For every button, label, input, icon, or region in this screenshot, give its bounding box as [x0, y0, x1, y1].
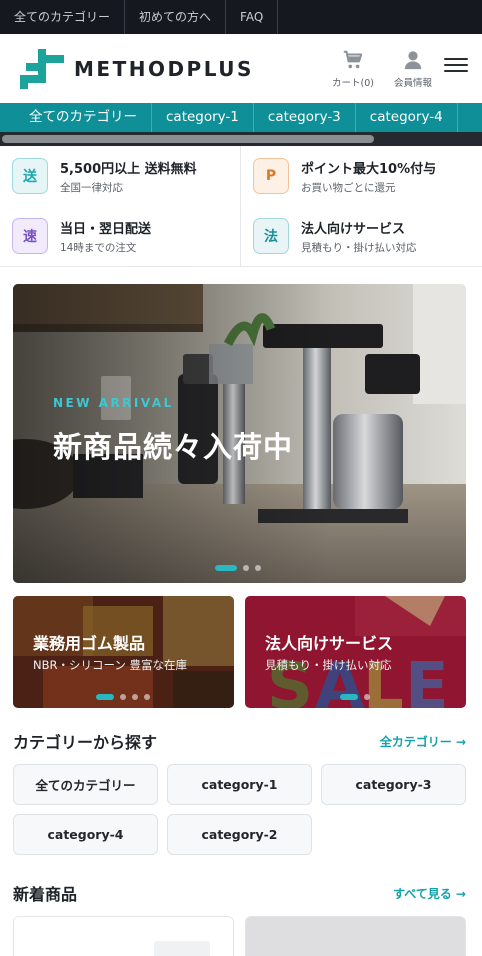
carousel-dot-active[interactable]: [96, 694, 114, 700]
promo-card-rubber[interactable]: 業務用ゴム製品 NBR・シリコーン 豊富な在庫: [13, 596, 234, 708]
feature-title: ポイント最大10%付与: [301, 161, 437, 177]
category-tab-4[interactable]: category-4: [356, 103, 458, 132]
site-header: METHODPLUS カート(0) 会員情報: [0, 34, 482, 103]
user-icon: [404, 50, 422, 69]
brand-name: METHODPLUS: [74, 56, 254, 81]
hero-title: 新商品続々入荷中: [53, 430, 294, 464]
promo-subtitle: 見積もり・掛け払い対応: [265, 658, 392, 672]
product-card[interactable]: [245, 916, 466, 956]
carousel-dot[interactable]: [364, 694, 370, 700]
new-products-header: 新着商品 すべて見る →: [13, 881, 466, 905]
see-all-products-link[interactable]: すべて見る →: [393, 885, 466, 902]
category-chip-all[interactable]: 全てのカテゴリー: [13, 764, 158, 805]
carousel-dot[interactable]: [120, 694, 126, 700]
hero-carousel-dots: [215, 565, 261, 571]
hamburger-menu-icon[interactable]: [444, 53, 468, 77]
feature-subtitle: 見積もり・掛け払い対応: [301, 241, 417, 254]
category-chip-2[interactable]: category-2: [167, 814, 312, 855]
category-chip-1[interactable]: category-1: [167, 764, 312, 805]
carousel-dot[interactable]: [255, 565, 261, 571]
feature-grid: 送 5,500円以上 送料無料 全国一律対応 P ポイント最大10%付与 お買い…: [0, 146, 482, 267]
cart-icon: [343, 50, 363, 68]
promo-title: 業務用ゴム製品: [33, 634, 146, 653]
member-button[interactable]: 会員情報: [394, 49, 432, 89]
category-tab-3[interactable]: category-3: [254, 103, 356, 132]
carousel-dot[interactable]: [132, 694, 138, 700]
cart-button[interactable]: カート(0): [332, 49, 374, 89]
category-chips: 全てのカテゴリー category-1 category-3 category-…: [13, 764, 466, 855]
member-label: 会員情報: [393, 77, 432, 89]
feature-badge-shipping: 送: [12, 158, 48, 194]
product-image: [246, 917, 465, 956]
feature-fast-delivery: 速 当日・翌日配送 14時までの注文: [0, 206, 241, 266]
feature-points: P ポイント最大10%付与 お買い物ごとに還元: [241, 146, 482, 206]
category-section-title: カテゴリーから探す: [13, 733, 158, 752]
promo-carousel-dots: [340, 694, 370, 700]
feature-badge-points: P: [253, 158, 289, 194]
new-products-title: 新着商品: [13, 885, 78, 904]
category-section-header: カテゴリーから探す 全カテゴリー →: [13, 729, 466, 753]
category-chip-4[interactable]: category-4: [13, 814, 158, 855]
carousel-dot[interactable]: [243, 565, 249, 571]
product-image: [14, 917, 233, 956]
feature-subtitle: 14時までの注文: [60, 241, 137, 254]
utility-link-faq[interactable]: FAQ: [226, 0, 279, 34]
hero-kicker: NEW ARRIVAL: [53, 396, 174, 410]
cart-label: カート(0): [332, 77, 374, 89]
category-tab-strip: 全てのカテゴリー category-1 category-3 category-…: [0, 103, 482, 132]
promo-card-corporate[interactable]: S A L E 法人向けサービス 見積もり・掛け払い対応: [245, 596, 466, 708]
category-tab-scrollbar[interactable]: [0, 132, 482, 146]
carousel-dot[interactable]: [144, 694, 150, 700]
hero-banner[interactable]: NEW ARRIVAL 新商品続々入荷中: [13, 284, 466, 583]
category-tab-1[interactable]: category-1: [152, 103, 254, 132]
category-chip-3[interactable]: category-3: [321, 764, 466, 805]
category-tab-all[interactable]: 全てのカテゴリー: [0, 103, 152, 132]
scrollbar-thumb[interactable]: [2, 135, 374, 143]
header-actions: カート(0) 会員情報: [332, 49, 432, 89]
feature-badge-corporate: 法: [253, 218, 289, 254]
utility-link-all-categories[interactable]: 全てのカテゴリー: [0, 0, 126, 34]
brand-logo-mark: [20, 48, 64, 89]
all-categories-link[interactable]: 全カテゴリー →: [380, 733, 466, 750]
feature-title: 5,500円以上 送料無料: [60, 161, 197, 177]
brand-logo[interactable]: METHODPLUS: [20, 48, 254, 89]
feature-title: 当日・翌日配送: [60, 221, 152, 237]
feature-corporate: 法 法人向けサービス 見積もり・掛け払い対応: [241, 206, 482, 266]
feature-badge-delivery: 速: [12, 218, 48, 254]
utility-nav: 全てのカテゴリー 初めての方へ FAQ: [0, 0, 482, 34]
carousel-dot-active[interactable]: [340, 694, 358, 700]
carousel-dot-active[interactable]: [215, 565, 237, 571]
feature-subtitle: お買い物ごとに還元: [301, 181, 396, 194]
feature-subtitle: 全国一律対応: [60, 181, 123, 194]
utility-link-first-time[interactable]: 初めての方へ: [125, 0, 227, 34]
feature-free-shipping: 送 5,500円以上 送料無料 全国一律対応: [0, 146, 241, 206]
promo-subtitle: NBR・シリコーン 豊富な在庫: [33, 658, 188, 672]
promo-carousel-dots: [96, 694, 150, 700]
feature-title: 法人向けサービス: [301, 221, 406, 237]
product-card[interactable]: [13, 916, 234, 956]
promo-title: 法人向けサービス: [265, 634, 394, 653]
